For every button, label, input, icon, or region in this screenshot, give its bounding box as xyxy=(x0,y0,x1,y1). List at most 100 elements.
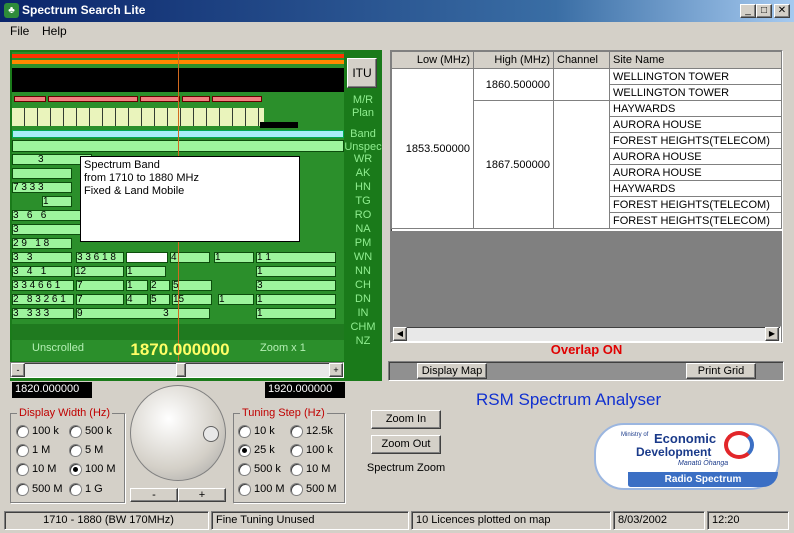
licence-row[interactable]: 9 3 xyxy=(76,308,210,319)
scroll-thumb[interactable] xyxy=(176,363,186,377)
licence-row[interactable]: 1 xyxy=(256,308,336,319)
label-pm: PM xyxy=(354,237,372,249)
itu-button[interactable]: ITU xyxy=(347,58,377,88)
licence-row[interactable]: 3 xyxy=(12,224,82,235)
close-button[interactable]: ✕ xyxy=(774,4,790,18)
ts-100m[interactable]: 100 M xyxy=(238,482,285,496)
col-site[interactable]: Site Name xyxy=(609,51,782,69)
label-plan: Plan xyxy=(351,107,375,119)
dw-5m[interactable]: 5 M xyxy=(69,443,103,457)
cell-high[interactable]: 1860.500000 xyxy=(473,68,554,101)
licence-row[interactable] xyxy=(126,252,168,263)
scroll-status: Unscrolled xyxy=(32,342,84,354)
licence-grid[interactable]: Low (MHz) High (MHz) Channel Site Name 1… xyxy=(390,50,783,343)
spectrum-scrollbar[interactable]: - + xyxy=(10,362,344,378)
licence-row[interactable]: 1 xyxy=(214,252,254,263)
band-block xyxy=(14,96,46,102)
licence-row[interactable]: 1 1 xyxy=(256,252,336,263)
licence-row[interactable]: 3 4 1 xyxy=(12,266,72,277)
licence-row[interactable]: 7 xyxy=(76,280,124,291)
cell-site[interactable]: AURORA HOUSE xyxy=(609,116,782,133)
logo-development: Development xyxy=(636,445,712,459)
cell-site[interactable]: FOREST HEIGHTS(TELECOM) xyxy=(609,132,782,149)
licence-row[interactable]: 1 xyxy=(126,280,148,291)
dial-minus-button[interactable]: - xyxy=(130,488,178,502)
print-grid-button[interactable]: Print Grid xyxy=(686,363,756,379)
cell-low[interactable]: 1853.500000 xyxy=(391,68,474,229)
licence-row[interactable]: 1 xyxy=(256,266,336,277)
grid-scrollbar[interactable]: ◀ ▶ xyxy=(392,326,781,342)
ts-10m[interactable]: 10 M xyxy=(290,462,330,476)
cell-channel[interactable] xyxy=(553,100,610,229)
licence-row[interactable]: 3 3 xyxy=(12,252,72,263)
dial-plus-button[interactable]: + xyxy=(178,488,226,502)
licence-row[interactable]: 1 xyxy=(42,196,72,207)
cell-site[interactable]: HAYWARDS xyxy=(609,100,782,117)
overlap-status: Overlap ON xyxy=(550,342,623,357)
licence-row[interactable]: 3 xyxy=(256,280,336,291)
menu-help[interactable]: Help xyxy=(42,24,67,38)
menu-file[interactable]: File xyxy=(10,24,29,38)
licence-row[interactable]: 3 3 6 1 8 xyxy=(76,252,124,263)
ts-500k[interactable]: 500 k xyxy=(238,462,281,476)
licence-row[interactable]: 4 xyxy=(170,252,210,263)
display-map-button[interactable]: Display Map xyxy=(417,363,487,379)
scroll-plus-icon[interactable]: + xyxy=(329,363,343,377)
cell-site[interactable]: FOREST HEIGHTS(TELECOM) xyxy=(609,196,782,213)
cell-site[interactable]: AURORA HOUSE xyxy=(609,164,782,181)
licence-row[interactable]: 2 xyxy=(150,280,170,291)
licence-row[interactable] xyxy=(12,168,72,179)
minimize-button[interactable]: _ xyxy=(740,4,756,18)
licence-row[interactable]: 2 8 3 2 6 1 xyxy=(12,294,74,305)
licence-row[interactable]: 1 xyxy=(218,294,254,305)
cell-site[interactable]: WELLINGTON TOWER xyxy=(609,84,782,101)
dw-1m[interactable]: 1 M xyxy=(16,443,50,457)
cell-site[interactable]: AURORA HOUSE xyxy=(609,148,782,165)
col-channel[interactable]: Channel xyxy=(553,51,610,69)
licence-row[interactable]: 4 xyxy=(126,294,148,305)
cell-site[interactable]: HAYWARDS xyxy=(609,180,782,197)
zoom-out-button[interactable]: Zoom Out xyxy=(371,435,441,454)
dw-10m[interactable]: 10 M xyxy=(16,462,56,476)
tuning-dial[interactable] xyxy=(130,385,226,481)
dw-100k[interactable]: 100 k xyxy=(16,424,59,438)
label-wn: WN xyxy=(353,251,373,263)
dw-1g[interactable]: 1 G xyxy=(69,482,103,496)
licence-row[interactable]: 1 xyxy=(256,294,336,305)
scroll-right-icon[interactable]: ▶ xyxy=(765,327,779,341)
action-bar: Display Map Print Grid xyxy=(388,361,784,381)
cell-channel[interactable] xyxy=(553,68,610,101)
licence-row[interactable]: 12 xyxy=(74,266,124,277)
licence-row[interactable]: 7 xyxy=(76,294,124,305)
ts-12-5k[interactable]: 12.5k xyxy=(290,424,333,438)
licence-row[interactable]: 2 9 1 8 xyxy=(12,238,72,249)
licence-row[interactable]: 5 xyxy=(150,294,170,305)
ts-25k[interactable]: 25 k xyxy=(238,443,275,457)
dial-knob[interactable] xyxy=(203,426,219,442)
cell-site[interactable]: WELLINGTON TOWER xyxy=(609,68,782,85)
scroll-minus-icon[interactable]: - xyxy=(11,363,25,377)
label-dn: DN xyxy=(355,293,371,305)
band-block xyxy=(212,96,262,102)
licence-row[interactable]: 3 3 3 3 xyxy=(12,308,74,319)
logo-ministry: Ministry of xyxy=(621,432,649,438)
dw-500k[interactable]: 500 k xyxy=(69,424,112,438)
licence-row[interactable]: 3 3 4 6 6 1 xyxy=(12,280,74,291)
licence-row[interactable]: 7 3 3 3 xyxy=(12,182,72,193)
dw-100m[interactable]: 100 M xyxy=(69,462,116,476)
cell-high[interactable]: 1867.500000 xyxy=(473,100,554,229)
koru-swirl-icon xyxy=(724,431,754,459)
menu-bar: File Help xyxy=(0,22,794,40)
licence-row[interactable]: 1 xyxy=(126,266,166,277)
dw-500m[interactable]: 500 M xyxy=(16,482,63,496)
ts-100k[interactable]: 100 k xyxy=(290,443,333,457)
ts-10k[interactable]: 10 k xyxy=(238,424,275,438)
maximize-button[interactable]: □ xyxy=(756,4,772,18)
col-high[interactable]: High (MHz) xyxy=(473,51,554,69)
ts-500m[interactable]: 500 M xyxy=(290,482,337,496)
col-low[interactable]: Low (MHz) xyxy=(391,51,474,69)
cell-site[interactable]: FOREST HEIGHTS(TELECOM) xyxy=(609,212,782,229)
scroll-left-icon[interactable]: ◀ xyxy=(393,327,407,341)
licence-row[interactable]: 3 6 6 xyxy=(12,210,82,221)
zoom-in-button[interactable]: Zoom In xyxy=(371,410,441,429)
